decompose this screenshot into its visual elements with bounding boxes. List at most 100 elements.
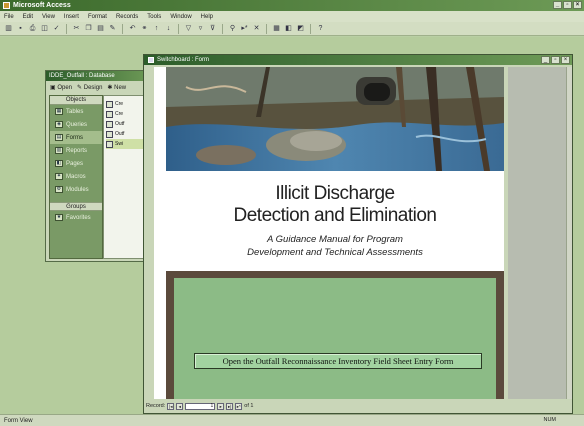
form-header: Illicit Discharge Detection and Eliminat… — [166, 171, 504, 271]
open-button[interactable]: ▣ Open — [50, 84, 72, 91]
paste-icon[interactable]: ▤ — [96, 24, 105, 33]
new-object-icon[interactable]: ◩ — [296, 24, 305, 33]
save-icon[interactable]: ▪ — [16, 24, 25, 33]
app-title: Microsoft Access — [13, 2, 71, 9]
help-icon[interactable]: ? — [316, 24, 325, 33]
open-icon: ▣ — [50, 84, 56, 91]
toolbar-separator — [178, 23, 179, 34]
undo-icon[interactable]: ↶ — [128, 24, 137, 33]
filter-by-form-icon[interactable]: ▿ — [196, 24, 205, 33]
subtitle-line-2: Development and Technical Assessments — [247, 247, 423, 258]
table-icon: ▦ — [55, 108, 63, 115]
list-item[interactable]: Outf — [106, 129, 148, 139]
switchboard-form-window[interactable]: Switchboard : Form _ ▫ × Illicit Dischar… — [143, 54, 573, 414]
toolbar: ▥ ▪ ⎙ ◫ ✓ ✂ ❐ ▤ ✎ ↶ ⚭ ↑ ↓ ▽ ▿ ⊽ ⚲ ▸* ✕ ▦… — [0, 22, 584, 36]
list-item[interactable]: Swi — [106, 139, 148, 149]
object-macros[interactable]: ✦ Macros — [50, 170, 102, 183]
object-pages[interactable]: ◧ Pages — [50, 157, 102, 170]
toolbar-separator — [122, 23, 123, 34]
wizard-icon — [106, 110, 113, 118]
menu-file[interactable]: File — [4, 14, 14, 20]
menu-view[interactable]: View — [42, 14, 55, 20]
menu-edit[interactable]: Edit — [23, 14, 33, 20]
report-icon: ▥ — [55, 147, 63, 154]
object-tables[interactable]: ▦ Tables — [50, 105, 102, 118]
format-painter-icon[interactable]: ✎ — [108, 24, 117, 33]
design-icon: ✎ — [77, 84, 83, 91]
form-window-titlebar[interactable]: Switchboard : Form _ ▫ × — [144, 55, 572, 65]
new-button[interactable]: ✱ New — [107, 84, 126, 91]
toolbar-separator — [222, 23, 223, 34]
form-background — [508, 67, 566, 399]
filter-by-selection-icon[interactable]: ▽ — [184, 24, 193, 33]
database-window-title: IDDE_Outfall : Database — [49, 73, 115, 79]
menu-format[interactable]: Format — [88, 14, 107, 20]
menu-tools[interactable]: Tools — [147, 14, 161, 20]
objects-header[interactable]: Objects — [50, 96, 102, 105]
menu-window[interactable]: Window — [170, 14, 191, 20]
menu-insert[interactable]: Insert — [64, 14, 79, 20]
form-detail-inner: Open the Outfall Reconnaissance Inventor… — [174, 278, 496, 399]
record-navigation-bar: Record: |◂ ◂ 1 ▸ ▸| ▸* of 1 — [144, 401, 559, 411]
next-record-button[interactable]: ▸ — [217, 402, 225, 410]
new-record-nav-button[interactable]: ▸* — [235, 402, 243, 410]
new-icon: ✱ — [107, 84, 113, 91]
favorites-icon: ★ — [55, 214, 63, 221]
list-item[interactable]: Outf — [106, 119, 148, 129]
toolbar-separator — [310, 23, 311, 34]
list-item[interactable]: Cre — [106, 109, 148, 119]
form-close-button[interactable]: × — [561, 56, 570, 64]
previous-record-button[interactable]: ◂ — [176, 402, 184, 410]
headline-line-2: Detection and Elimination — [233, 205, 437, 226]
form-minimize-button[interactable]: _ — [541, 56, 550, 64]
properties-icon[interactable]: ▦ — [272, 24, 281, 33]
database-window[interactable]: IDDE_Outfall : Database ▣ Open ✎ Design … — [45, 70, 153, 262]
list-item[interactable]: Cre — [106, 99, 148, 109]
menubar: File Edit View Insert Format Records Too… — [0, 11, 584, 22]
record-number-input[interactable]: 1 — [185, 402, 216, 410]
query-icon: ◈ — [55, 121, 63, 128]
copy-icon[interactable]: ❐ — [84, 24, 93, 33]
hyperlink-icon[interactable]: ⚭ — [140, 24, 149, 33]
object-queries[interactable]: ◈ Queries — [50, 118, 102, 131]
menu-records[interactable]: Records — [116, 14, 138, 20]
form-detail-section: Open the Outfall Reconnaissance Inventor… — [166, 271, 504, 399]
database-window-icon[interactable]: ◧ — [284, 24, 293, 33]
app-maximize-button[interactable]: ▫ — [563, 1, 572, 9]
access-logo-icon — [3, 2, 10, 9]
menu-help[interactable]: Help — [201, 14, 213, 20]
object-reports[interactable]: ▥ Reports — [50, 144, 102, 157]
new-record-icon[interactable]: ▸* — [240, 24, 249, 33]
cut-icon[interactable]: ✂ — [72, 24, 81, 33]
statusbar: Form View NUM — [0, 414, 584, 426]
groups-header[interactable]: Groups — [50, 202, 102, 211]
object-modules[interactable]: ⚙ Modules — [50, 183, 102, 196]
print-preview-icon[interactable]: ◫ — [40, 24, 49, 33]
status-mode: Form View — [4, 417, 33, 424]
objects-bar: Objects ▦ Tables ◈ Queries ▤ Forms ▥ Reports… — [49, 95, 103, 259]
design-button[interactable]: ✎ Design — [77, 84, 102, 91]
group-favorites[interactable]: ★ Favorites — [50, 211, 102, 224]
find-icon[interactable]: ⚲ — [228, 24, 237, 33]
form-icon: ▤ — [55, 134, 63, 141]
apply-filter-icon[interactable]: ⊽ — [208, 24, 217, 33]
open-field-sheet-button[interactable]: Open the Outfall Reconnaissance Inventor… — [194, 353, 482, 369]
toolbar-separator — [66, 23, 67, 34]
stream-outfall-photo — [166, 67, 504, 171]
database-window-titlebar[interactable]: IDDE_Outfall : Database — [46, 71, 152, 81]
sort-descending-icon[interactable]: ↓ — [164, 24, 173, 33]
sort-ascending-icon[interactable]: ↑ — [152, 24, 161, 33]
form-maximize-button[interactable]: ▫ — [551, 56, 560, 64]
app-titlebar: Microsoft Access _ ▫ × — [0, 0, 584, 11]
last-record-button[interactable]: ▸| — [226, 402, 234, 410]
object-forms[interactable]: ▤ Forms — [50, 131, 102, 144]
view-icon[interactable]: ▥ — [4, 24, 13, 33]
delete-record-icon[interactable]: ✕ — [252, 24, 261, 33]
form-icon — [106, 140, 113, 148]
app-minimize-button[interactable]: _ — [553, 1, 562, 9]
first-record-button[interactable]: |◂ — [167, 402, 175, 410]
vertical-scrollbar[interactable] — [566, 67, 572, 399]
print-icon[interactable]: ⎙ — [28, 24, 37, 33]
spelling-icon[interactable]: ✓ — [52, 24, 61, 33]
app-close-button[interactable]: × — [573, 1, 582, 9]
